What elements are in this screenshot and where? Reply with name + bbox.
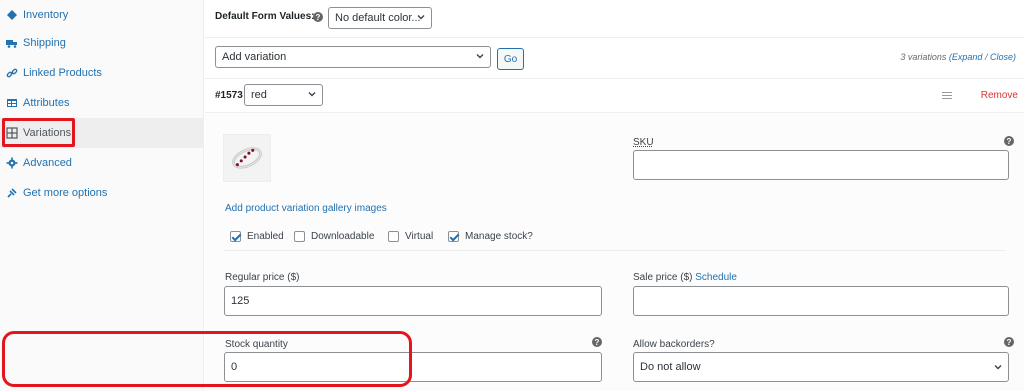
ring-image (232, 147, 262, 169)
downloadable-checkbox[interactable]: Downloadable (294, 231, 374, 242)
checkbox-label: Downloadable (311, 231, 375, 242)
diamond-icon (6, 9, 18, 21)
variations-count: 3 variations (Expand / Close) (900, 52, 1016, 62)
manage-stock-checkbox[interactable]: Manage stock? (448, 231, 533, 242)
add-gallery-images-link[interactable]: Add product variation gallery images (225, 203, 387, 214)
plugin-icon (6, 187, 18, 199)
chevron-down-icon (308, 92, 316, 97)
checkbox-label: Virtual (405, 231, 434, 242)
variation-image[interactable] (223, 134, 271, 182)
allow-backorders-label: Allow backorders? (633, 339, 715, 350)
variation-header[interactable]: #1573 red Remove (205, 80, 1024, 113)
sku-input[interactable] (633, 150, 1009, 180)
sidebar-item-label: Attributes (23, 97, 70, 109)
checkbox-checked-icon (230, 231, 241, 242)
regular-price-label: Regular price ($) (225, 272, 300, 283)
add-variation-select-value: Add variation (222, 51, 287, 63)
close-link[interactable]: Close) (990, 52, 1016, 62)
sidebar-item-label: Shipping (23, 37, 66, 49)
sidebar-item-attributes[interactable]: Attributes (0, 88, 204, 118)
divider (223, 250, 1006, 251)
sidebar-item-advanced[interactable]: Advanced (0, 148, 204, 178)
sidebar-item-get-more-options[interactable]: Get more options (0, 178, 204, 208)
expand-link[interactable]: (Expand (949, 52, 983, 62)
separator: / (984, 52, 988, 62)
sidebar-item-label: Inventory (23, 9, 69, 21)
chevron-down-icon (994, 365, 1002, 370)
help-icon[interactable]: ? (1004, 337, 1014, 347)
table-icon (6, 97, 18, 109)
stock-quantity-highlight (2, 331, 412, 387)
regular-price-input[interactable]: 125 (224, 286, 602, 316)
checkbox-label: Manage stock? (465, 231, 533, 242)
variations-count-text: 3 variations (900, 52, 947, 62)
allow-backorders-select[interactable]: Do not allow (633, 352, 1009, 382)
drag-handle-icon[interactable] (942, 92, 952, 101)
variation-attribute-value: red (251, 89, 267, 101)
sale-price-label: Sale price ($) Schedule (633, 272, 737, 283)
chevron-down-icon (417, 15, 425, 20)
link-icon (6, 67, 18, 79)
checkbox-checked-icon (448, 231, 459, 242)
checkbox-label: Enabled (247, 231, 284, 242)
gear-icon (6, 157, 18, 169)
default-color-select[interactable]: No default color... (328, 7, 432, 29)
checkbox-unchecked-icon (294, 231, 305, 242)
add-variation-select[interactable]: Add variation (215, 46, 491, 68)
sale-price-input[interactable] (633, 286, 1009, 316)
checkbox-unchecked-icon (388, 231, 399, 242)
help-icon[interactable]: ? (592, 337, 602, 347)
schedule-link[interactable]: Schedule (695, 272, 737, 283)
sidebar-item-label: Linked Products (23, 67, 102, 79)
help-icon[interactable]: ? (1004, 136, 1014, 146)
truck-icon (6, 37, 18, 49)
help-icon[interactable]: ? (313, 12, 323, 22)
virtual-checkbox[interactable]: Virtual (388, 231, 433, 242)
sidebar-item-label: Get more options (23, 187, 108, 199)
sidebar-item-shipping[interactable]: Shipping (0, 28, 204, 58)
enabled-checkbox[interactable]: Enabled (230, 231, 284, 242)
sidebar-item-linked-products[interactable]: Linked Products (0, 58, 204, 88)
go-button[interactable]: Go (497, 48, 524, 70)
allow-backorders-value: Do not allow (640, 361, 701, 373)
sidebar-item-label: Advanced (23, 157, 72, 169)
variations-highlight (2, 118, 75, 147)
remove-variation-link[interactable]: Remove (981, 90, 1018, 101)
variation-id: #1573 (215, 90, 243, 101)
sidebar-item-inventory[interactable]: Inventory (0, 0, 204, 30)
sku-label: SKU (633, 137, 654, 148)
default-form-values-label: Default Form Values: (215, 11, 315, 22)
sale-price-label-text: Sale price ($) (633, 272, 693, 283)
add-variation-row: Add variation Go 3 variations (Expand / … (205, 39, 1024, 79)
default-color-select-value: No default color... (335, 12, 421, 24)
default-form-values-row: Default Form Values: ? No default color.… (205, 0, 1024, 38)
chevron-down-icon (476, 54, 484, 59)
variation-attribute-select[interactable]: red (244, 84, 323, 106)
